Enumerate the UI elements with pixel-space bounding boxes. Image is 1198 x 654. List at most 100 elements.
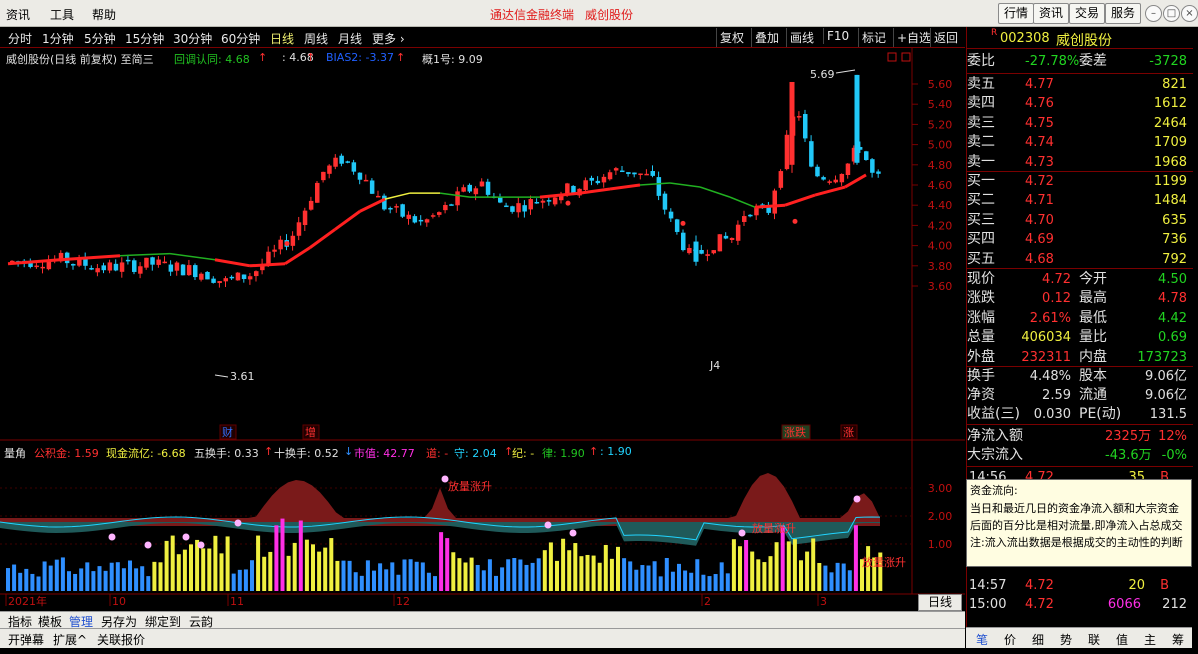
- period-toolbar: 分时 1分钟 5分钟 15分钟 30分钟 60分钟 日线 周线 月线 更多 › …: [0, 27, 965, 48]
- expand-button[interactable]: 扩展^: [53, 631, 87, 648]
- bid-price: 4.70: [1025, 212, 1054, 228]
- candle-body: [376, 195, 381, 198]
- candle-body: [125, 259, 131, 262]
- volume-bar: [237, 569, 242, 591]
- service-button[interactable]: 服务: [1105, 3, 1142, 24]
- stat-row: 外盘 232311 内盘 173723: [967, 348, 1193, 367]
- tooltip-line: 当日和最近几日的资金净流入额和大宗资金: [970, 502, 1179, 515]
- candle-body: [369, 180, 375, 194]
- menu-item-help[interactable]: 帮助: [92, 6, 116, 23]
- tooltip-title: 资金流向:: [967, 480, 1191, 498]
- volume-bar: [195, 539, 200, 591]
- quote-tab[interactable]: 主: [1138, 631, 1162, 648]
- quote-tab[interactable]: 筹: [1166, 631, 1190, 648]
- period-tab-5min[interactable]: 5分钟: [84, 30, 116, 47]
- candle-body: [638, 173, 643, 176]
- stat-value: 4.50: [1158, 272, 1187, 287]
- maximize-icon[interactable]: □: [1163, 5, 1180, 22]
- period-tab-15min[interactable]: 15分钟: [125, 30, 164, 47]
- volume-bar: [609, 558, 614, 591]
- f10-button[interactable]: F10: [823, 28, 852, 44]
- quote-tab[interactable]: 价: [998, 631, 1022, 648]
- volume-bar: [335, 560, 340, 591]
- news-button[interactable]: 资讯: [1033, 3, 1070, 24]
- volume-bar: [359, 575, 364, 591]
- sub-indicator-value: 律: 1.90: [542, 447, 585, 460]
- quote-tab[interactable]: 细: [1026, 631, 1050, 648]
- period-tab-30min[interactable]: 30分钟: [173, 30, 212, 47]
- volume-bar: [677, 563, 681, 591]
- period-tab-monthly[interactable]: 月线: [338, 30, 362, 47]
- volume-bar: [670, 571, 675, 591]
- signal-dot: [565, 200, 571, 206]
- market-button[interactable]: 行情: [998, 3, 1035, 24]
- minimize-icon[interactable]: –: [1145, 5, 1162, 22]
- add-favorite-button[interactable]: +自选: [893, 28, 934, 47]
- ask-volume: 1968: [1153, 154, 1187, 170]
- quote-tab[interactable]: 势: [1054, 631, 1078, 648]
- candle-body: [34, 265, 39, 268]
- tick-volume: 6066: [1107, 597, 1141, 612]
- candle-body: [644, 173, 649, 176]
- menu-item-tools[interactable]: 工具: [50, 6, 74, 23]
- related-quote-button[interactable]: 关联报价: [97, 631, 145, 648]
- restore-rights-button[interactable]: 复权: [716, 28, 747, 47]
- stat-value: 2.59: [1042, 388, 1071, 403]
- period-tab-timeshare[interactable]: 分时: [8, 30, 32, 47]
- stat-label: 最高: [1079, 290, 1107, 307]
- candle-body: [778, 171, 784, 188]
- quote-tab[interactable]: 值: [1110, 631, 1134, 648]
- stat-value: 4.42: [1158, 310, 1187, 326]
- volume-bar: [652, 561, 657, 591]
- period-tab-daily[interactable]: 日线: [270, 30, 294, 47]
- sub-indicator-value: ↑: [264, 445, 274, 458]
- day-line-button[interactable]: 日线: [918, 594, 962, 611]
- volume-bar: [292, 542, 297, 591]
- quote-tab[interactable]: 笔: [970, 631, 994, 648]
- sub-indicator-value: ↑: [589, 445, 599, 458]
- toggle-danmaku-button[interactable]: 开弹幕: [8, 631, 44, 648]
- stat-value: 2.61%: [1029, 310, 1071, 326]
- candle-body: [656, 177, 662, 196]
- signal-dot: [792, 218, 798, 224]
- candle-body: [772, 190, 777, 214]
- volume-rise-label: 放量涨升: [448, 479, 492, 493]
- volume-bar: [603, 544, 608, 591]
- period-tab-1min[interactable]: 1分钟: [42, 30, 74, 47]
- volume-bar: [487, 559, 492, 591]
- period-tab-weekly[interactable]: 周线: [304, 30, 328, 47]
- volume-bar: [707, 576, 712, 591]
- volume-bar: [256, 535, 261, 591]
- draw-line-button[interactable]: 画线: [786, 28, 817, 47]
- candle-body: [272, 249, 277, 252]
- volume-bar: [128, 560, 132, 591]
- candle-body: [540, 200, 546, 203]
- block-inflow-pct: -0%: [1161, 448, 1187, 463]
- volume-bar: [170, 535, 175, 591]
- close-icon[interactable]: ×: [1181, 5, 1198, 22]
- trade-button[interactable]: 交易: [1069, 3, 1106, 24]
- volume-bar: [451, 552, 456, 591]
- volume-bar: [811, 538, 816, 591]
- stat-label: 量比: [1079, 329, 1107, 346]
- volume-bar: [396, 574, 401, 591]
- kline-chart[interactable]: 5.60 5.40 5.20 5.00 4.80 4.60 4.40 4.20 4.00 3.80…: [0, 48, 965, 611]
- volume-bar: [664, 557, 669, 591]
- volume-bar: [115, 562, 120, 591]
- candle-body: [467, 184, 472, 192]
- period-tab-more[interactable]: 更多 ›: [372, 30, 405, 47]
- volume-bar: [18, 572, 23, 591]
- mark-button[interactable]: 标记: [858, 28, 889, 47]
- candle-body: [430, 215, 436, 217]
- quote-tab[interactable]: 联: [1082, 631, 1106, 648]
- menu-item-news[interactable]: 资讯: [6, 6, 30, 23]
- volume-bar: [579, 556, 584, 591]
- candle-body: [534, 201, 540, 204]
- ask-label: 卖一: [967, 153, 995, 170]
- back-button[interactable]: 返回: [930, 28, 961, 47]
- volume-bar: [201, 548, 206, 591]
- candle-body: [266, 251, 271, 265]
- tooltip-line: 注:流入流出数据是根据成交的主动性的判断: [970, 536, 1183, 549]
- period-tab-60min[interactable]: 60分钟: [221, 30, 260, 47]
- overlay-button[interactable]: 叠加: [751, 28, 782, 47]
